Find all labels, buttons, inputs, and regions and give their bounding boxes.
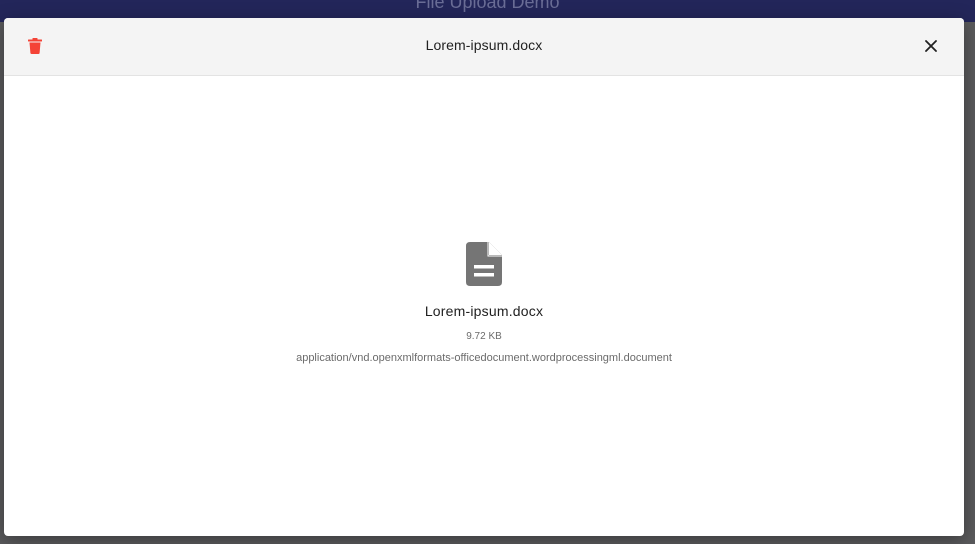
close-dialog-button[interactable] [918,34,944,60]
file-mime-type: application/vnd.openxmlformats-officedoc… [296,352,672,364]
document-icon [466,242,502,286]
file-preview: Lorem-ipsum.docx 9.72 KB application/vnd… [4,242,964,364]
dialog-title: Lorem-ipsum.docx [425,37,543,53]
dialog-header: Lorem-ipsum.docx [4,18,964,76]
file-name: Lorem-ipsum.docx [424,303,544,319]
delete-file-button[interactable] [22,34,48,60]
close-icon [925,39,937,55]
app-title: File Upload Demo [415,0,560,12]
file-size: 9.72 KB [466,331,502,342]
trash-icon [28,37,42,57]
file-preview-dialog: Lorem-ipsum.docx Lorem-ipsum.docx 9.72 K… [4,18,964,536]
